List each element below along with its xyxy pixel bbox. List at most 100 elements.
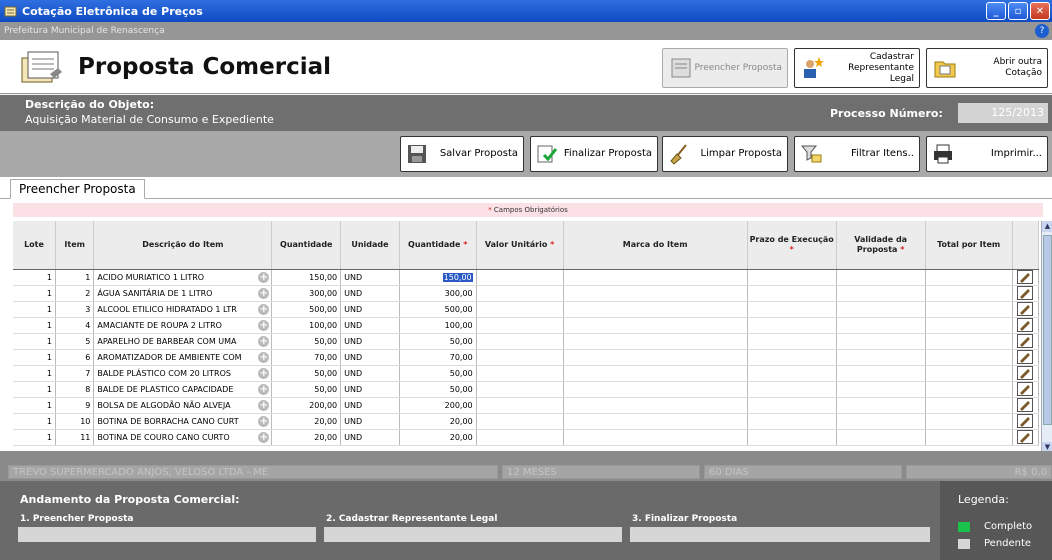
table-row[interactable]: 1 10 BOTINA DE BORRACHA CANO CURT +20,00 UND… (13, 413, 1040, 430)
expand-description-icon[interactable]: + (258, 287, 270, 299)
quantity-input[interactable]: 50,00 (399, 365, 477, 382)
expand-description-icon[interactable]: + (258, 431, 270, 443)
execution-term-input[interactable] (747, 429, 837, 446)
table-row[interactable]: 1 2 ÁGUA SANITÁRIA DE 1 LITRO +300,00 UND 300… (13, 285, 1040, 302)
edit-row-button[interactable] (1012, 381, 1040, 398)
help-icon[interactable]: ? (1035, 24, 1049, 38)
proposal-validity-input[interactable] (836, 381, 926, 398)
minimize-button[interactable]: _ (986, 2, 1006, 20)
close-button[interactable]: ✕ (1030, 2, 1050, 20)
table-row[interactable]: 1 3 ALCOOL ETILICO HIDRATADO 1 LTR +500,00 U… (13, 301, 1040, 318)
expand-description-icon[interactable]: + (258, 335, 270, 347)
quantity-input[interactable]: 20,00 (399, 413, 477, 430)
brand-input[interactable] (563, 301, 748, 318)
finalize-proposal-button[interactable]: Finalizar Proposta (530, 136, 658, 172)
brand-input[interactable] (563, 269, 748, 286)
quantity-input[interactable]: 70,00 (399, 349, 477, 366)
proposal-validity-input[interactable] (836, 397, 926, 414)
expand-description-icon[interactable]: + (258, 271, 270, 283)
brand-input[interactable] (563, 413, 748, 430)
unit-price-input[interactable] (476, 349, 564, 366)
brand-input[interactable] (563, 333, 748, 350)
unit-price-input[interactable] (476, 397, 564, 414)
execution-term-input[interactable] (747, 381, 837, 398)
expand-description-icon[interactable]: + (258, 399, 270, 411)
edit-row-button[interactable] (1012, 285, 1040, 302)
brand-input[interactable] (563, 429, 748, 446)
unit-price-input[interactable] (476, 429, 564, 446)
edit-row-button[interactable] (1012, 397, 1040, 414)
table-row[interactable]: 1 9 BOLSA DE ALGODÃO NÃO ALVEJA +200,00 UND 2… (13, 397, 1040, 414)
execution-term-input[interactable] (747, 349, 837, 366)
proposal-validity-input[interactable] (836, 429, 926, 446)
table-row[interactable]: 1 5 APARELHO DE BARBEAR COM UMA +50,00 UND 50… (13, 333, 1040, 350)
proposal-validity-input[interactable] (836, 333, 926, 350)
execution-term-input[interactable] (747, 333, 837, 350)
filter-items-button[interactable]: Filtrar Itens.. (794, 136, 920, 172)
proposal-validity-input[interactable] (836, 413, 926, 430)
unit-price-input[interactable] (476, 317, 564, 334)
maximize-button[interactable]: ▫ (1008, 2, 1028, 20)
proposal-validity-input[interactable] (836, 317, 926, 334)
edit-row-button[interactable] (1012, 365, 1040, 382)
edit-row-button[interactable] (1012, 429, 1040, 446)
unit-price-input[interactable] (476, 381, 564, 398)
edit-row-button[interactable] (1012, 301, 1040, 318)
save-proposal-button[interactable]: Salvar Proposta (400, 136, 524, 172)
scroll-up-arrow[interactable]: ▲ (1042, 221, 1052, 232)
unit-price-input[interactable] (476, 285, 564, 302)
edit-row-button[interactable] (1012, 333, 1040, 350)
expand-description-icon[interactable]: + (258, 303, 270, 315)
table-row[interactable]: 1 8 BALDE DE PLASTICO CAPACIDADE +50,00 UND 5… (13, 381, 1040, 398)
quantity-input[interactable]: 500,00 (399, 301, 477, 318)
table-row[interactable]: 1 6 AROMATIZADOR DE AMBIENTE COM +70,00 UND 7… (13, 349, 1040, 366)
table-row[interactable]: 1 7 BALDE PLÁSTICO COM 20 LITROS +50,00 UND 5… (13, 365, 1040, 382)
scrollbar-thumb[interactable] (1043, 235, 1052, 425)
execution-term-input[interactable] (747, 413, 837, 430)
edit-row-button[interactable] (1012, 413, 1040, 430)
clear-proposal-button[interactable]: Limpar Proposta (662, 136, 788, 172)
quantity-input[interactable]: 20,00 (399, 429, 477, 446)
proposal-validity-input[interactable] (836, 301, 926, 318)
edit-row-button[interactable] (1012, 269, 1040, 286)
brand-input[interactable] (563, 285, 748, 302)
print-button[interactable]: Imprimir... (926, 136, 1048, 172)
open-another-quotation-button[interactable]: Abrir outra Cotação (926, 48, 1048, 88)
unit-price-input[interactable] (476, 365, 564, 382)
execution-term-input[interactable] (747, 269, 837, 286)
quantity-input[interactable]: 50,00 (399, 333, 477, 350)
unit-price-input[interactable] (476, 301, 564, 318)
quantity-input[interactable]: 50,00 (399, 381, 477, 398)
edit-row-button[interactable] (1012, 317, 1040, 334)
table-scrollbar[interactable]: ▲ ▼ (1041, 221, 1052, 451)
table-row[interactable]: 1 11 BOTINA DE COURO CANO CURTO +20,00 UND 20… (13, 429, 1040, 446)
quantity-input[interactable]: 300,00 (399, 285, 477, 302)
expand-description-icon[interactable]: + (258, 319, 270, 331)
brand-input[interactable] (563, 317, 748, 334)
proposal-validity-input[interactable] (836, 365, 926, 382)
proposal-validity-input[interactable] (836, 285, 926, 302)
unit-price-input[interactable] (476, 413, 564, 430)
execution-term-input[interactable] (747, 301, 837, 318)
quantity-input[interactable]: 200,00 (399, 397, 477, 414)
proposal-validity-input[interactable] (836, 349, 926, 366)
table-row[interactable]: 1 4 AMACIANTE DE ROUPA 2 LITRO +100,00 UND 10… (13, 317, 1040, 334)
brand-input[interactable] (563, 381, 748, 398)
quantity-input[interactable]: 100,00 (399, 317, 477, 334)
table-row[interactable]: 1 1 ACIDO MURIATICO 1 LITRO +150,00 UND 150,0… (13, 269, 1040, 286)
expand-description-icon[interactable]: + (258, 351, 270, 363)
brand-input[interactable] (563, 349, 748, 366)
proposal-validity-input[interactable] (836, 269, 926, 286)
register-representative-button[interactable]: Cadastrar Representante Legal (794, 48, 920, 88)
expand-description-icon[interactable]: + (258, 415, 270, 427)
execution-term-input[interactable] (747, 317, 837, 334)
fill-proposal-button[interactable]: Preencher Proposta (662, 48, 788, 88)
expand-description-icon[interactable]: + (258, 383, 270, 395)
execution-term-input[interactable] (747, 285, 837, 302)
expand-description-icon[interactable]: + (258, 367, 270, 379)
brand-input[interactable] (563, 365, 748, 382)
unit-price-input[interactable] (476, 269, 564, 286)
execution-term-input[interactable] (747, 397, 837, 414)
tab-fill-proposal[interactable]: Preencher Proposta (10, 179, 145, 199)
edit-row-button[interactable] (1012, 349, 1040, 366)
